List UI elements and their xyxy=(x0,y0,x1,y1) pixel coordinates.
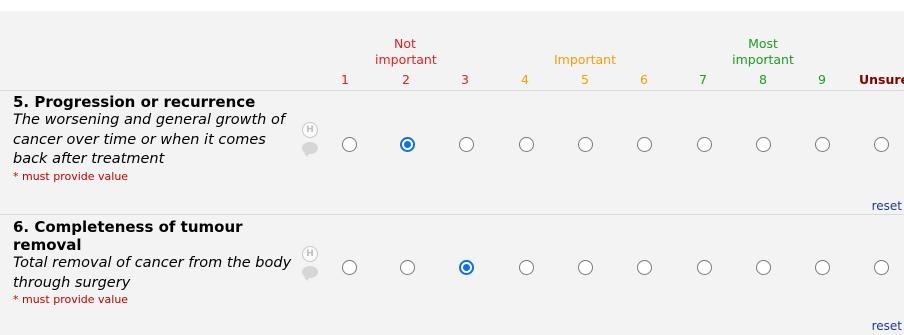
scale-group-line: Not xyxy=(394,36,416,51)
scale-number-8: 8 xyxy=(759,72,767,87)
radio-option-unsure[interactable] xyxy=(874,260,889,275)
radio-option-4[interactable] xyxy=(519,260,534,275)
radio-option-9[interactable] xyxy=(815,260,830,275)
question-description: Total removal of cancer from the body th… xyxy=(13,255,292,291)
radio-option-8[interactable] xyxy=(756,137,771,152)
scale-group-line: important xyxy=(732,52,794,67)
question-title: 6. Completeness of tumour removal xyxy=(13,218,243,254)
radio-option-3[interactable] xyxy=(459,260,474,275)
scale-number-4: 4 xyxy=(521,72,529,87)
question-text-block: 6. Completeness of tumour removal Total … xyxy=(13,218,303,306)
question-tools: H xyxy=(302,122,320,157)
comment-icon[interactable] xyxy=(302,142,318,157)
radio-option-2[interactable] xyxy=(400,260,415,275)
radio-option-unsure[interactable] xyxy=(874,137,889,152)
scale-header: Not important Important Most important 1… xyxy=(0,11,904,90)
scale-number-6: 6 xyxy=(640,72,648,87)
required-note: * must provide value xyxy=(13,293,129,306)
comment-icon[interactable] xyxy=(302,266,318,281)
scale-number-2: 2 xyxy=(402,72,410,87)
history-icon[interactable]: H xyxy=(302,246,318,262)
radio-option-7[interactable] xyxy=(697,260,712,275)
radio-option-6[interactable] xyxy=(637,137,652,152)
question-text-block: 5. Progression or recurrence The worseni… xyxy=(13,93,303,183)
scale-number-5: 5 xyxy=(581,72,589,87)
radio-option-2[interactable] xyxy=(400,137,415,152)
scale-group-line: important xyxy=(375,52,437,67)
radio-option-5[interactable] xyxy=(578,260,593,275)
row-divider xyxy=(0,214,904,215)
scale-group-line: Important xyxy=(554,52,616,67)
header-divider xyxy=(0,90,904,91)
reset-link[interactable]: reset xyxy=(872,199,902,213)
survey-matrix: Not important Important Most important 1… xyxy=(0,11,904,335)
scale-number-7: 7 xyxy=(699,72,707,87)
radio-option-6[interactable] xyxy=(637,260,652,275)
radio-option-7[interactable] xyxy=(697,137,712,152)
radio-option-5[interactable] xyxy=(578,137,593,152)
radio-option-4[interactable] xyxy=(519,137,534,152)
radio-option-1[interactable] xyxy=(342,260,357,275)
question-tools: H xyxy=(302,246,320,281)
scale-number-9: 9 xyxy=(818,72,826,87)
reset-link[interactable]: reset xyxy=(872,319,902,333)
question-description: The worsening and general growth of canc… xyxy=(13,112,285,167)
scale-unsure-label: Unsure xyxy=(859,72,904,87)
scale-group-important: Important xyxy=(550,52,620,68)
required-note: * must provide value xyxy=(13,169,129,183)
radio-option-9[interactable] xyxy=(815,137,830,152)
scale-number-1: 1 xyxy=(341,72,349,87)
radio-option-1[interactable] xyxy=(342,137,357,152)
history-icon[interactable]: H xyxy=(302,122,318,138)
question-title: 5. Progression or recurrence xyxy=(13,93,256,111)
scale-group-line: Most xyxy=(748,36,778,51)
radio-option-8[interactable] xyxy=(756,260,771,275)
scale-group-most-important: Most important xyxy=(731,36,795,68)
scale-number-3: 3 xyxy=(461,72,469,87)
radio-option-3[interactable] xyxy=(459,137,474,152)
scale-group-not-important: Not important xyxy=(375,36,437,68)
